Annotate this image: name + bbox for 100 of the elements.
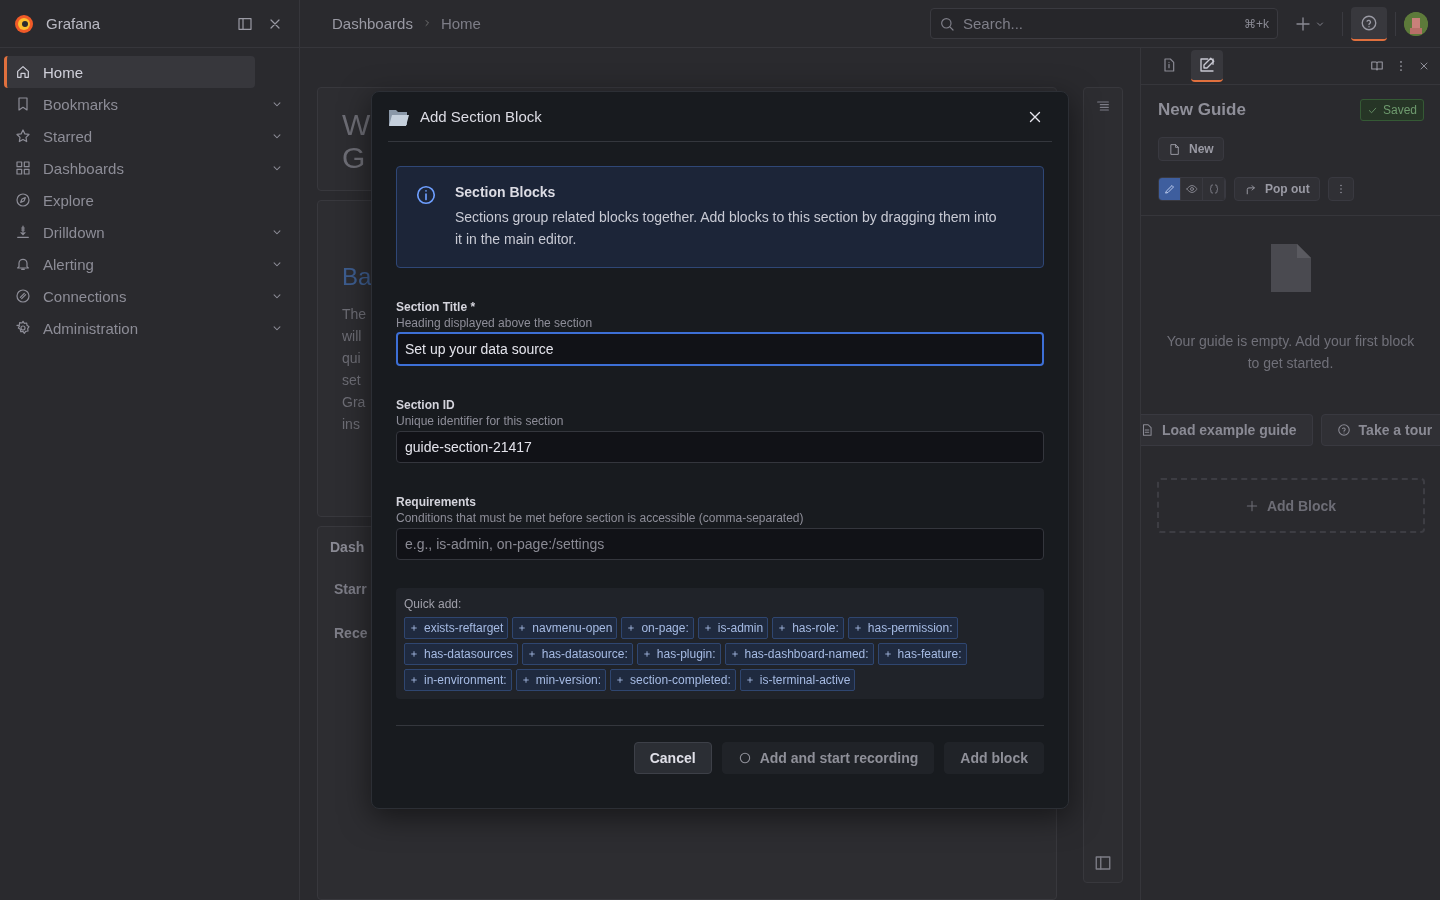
shortcut-hint: ⌘+k <box>1244 16 1269 31</box>
plus-icon <box>521 676 530 684</box>
empty-message: Your guide is empty. Add your first block to get started. <box>1165 332 1416 373</box>
sidebar-item[interactable]: Home <box>4 56 255 88</box>
sidebar-item[interactable]: Bookmarks <box>4 88 256 120</box>
eye-icon <box>1185 183 1198 195</box>
file-info-icon <box>1161 57 1177 73</box>
add-block-button[interactable]: Add block <box>944 742 1044 774</box>
plus-icon <box>410 676 418 684</box>
panel-tab[interactable] <box>1191 50 1223 82</box>
card-text: will <box>342 327 362 346</box>
panel-icon <box>237 15 253 32</box>
action-button[interactable]: Load example guide <box>1141 414 1313 446</box>
card-text: ins <box>342 415 360 434</box>
plus-icon <box>627 624 636 632</box>
close-icon <box>1418 60 1430 72</box>
requirement-chip[interactable]: min-version: <box>515 669 607 691</box>
sidebar-item[interactable]: Administration <box>4 312 256 344</box>
plus-icon <box>518 624 527 632</box>
breadcrumb-current: Home <box>440 15 481 32</box>
requirement-chip[interactable]: navmenu-open <box>512 617 618 639</box>
card-heading: Dash <box>330 538 365 555</box>
list-heading: Starr <box>334 580 367 597</box>
requirement-chip[interactable]: has-datasource: <box>521 643 633 665</box>
requirement-chip[interactable]: has-role: <box>772 617 844 639</box>
grid-icon <box>15 160 31 176</box>
card-text: Gra <box>342 393 366 412</box>
edit-icon <box>1198 56 1216 74</box>
field-hint: Heading displayed above the section <box>396 316 594 330</box>
panel-icon <box>1094 854 1112 872</box>
field-label: Requirements <box>396 495 478 509</box>
field-hint: Unique identifier for this section <box>396 414 565 428</box>
gear-icon <box>15 320 31 336</box>
field-hint: Conditions that must be met before section is accessible (comma-separated) <box>396 511 805 525</box>
help-button[interactable] <box>1351 6 1387 41</box>
sidebar-item[interactable]: Drilldown <box>4 216 256 248</box>
card-text: The <box>342 305 367 324</box>
new-button[interactable]: New <box>1158 137 1224 161</box>
avatar[interactable] <box>1404 11 1428 36</box>
compass-icon <box>15 192 31 208</box>
file-icon <box>1168 142 1181 156</box>
plus-icon <box>853 624 862 632</box>
card-title: G <box>342 141 366 174</box>
requirement-chip[interactable]: section-completed: <box>610 669 736 691</box>
sidebar-item[interactable]: Dashboards <box>4 152 256 184</box>
plus-icon <box>745 676 754 684</box>
breadcrumb-link[interactable]: Dashboards <box>332 15 413 32</box>
input-field[interactable]: Set up your data source <box>396 332 1044 366</box>
requirement-chip[interactable]: exists-reftarget <box>404 617 509 639</box>
list-heading: Rece <box>334 624 368 641</box>
sidebar-item[interactable]: Starred <box>4 120 256 152</box>
drilldown-icon <box>15 224 31 240</box>
requirement-chip[interactable]: has-permission: <box>847 617 958 639</box>
view-mode-toggle[interactable] <box>1159 178 1181 200</box>
sidebar-item[interactable]: Alerting <box>4 248 256 280</box>
arrow-turn-icon <box>1244 182 1257 196</box>
input-field[interactable]: guide-section-21417 <box>396 431 1044 463</box>
action-button[interactable]: Take a tour <box>1320 414 1440 446</box>
requirement-chip[interactable]: in-environment: <box>404 669 512 691</box>
requirement-chip[interactable]: has-plugin: <box>636 643 721 665</box>
input-field[interactable]: e.g., is-admin, on-page:/settings <box>396 528 1044 560</box>
view-mode-toggle[interactable] <box>1181 178 1203 200</box>
plus-icon <box>730 650 739 658</box>
requirement-chip[interactable]: has-feature: <box>877 643 967 665</box>
card-text: set <box>342 371 361 390</box>
help-icon <box>1360 13 1378 32</box>
field-label: Section Title * <box>396 300 477 314</box>
view-mode-toggle[interactable] <box>1203 178 1225 200</box>
record-button[interactable]: Add and start recording <box>721 742 935 774</box>
bookmark-icon <box>15 96 31 112</box>
info-icon <box>415 184 437 206</box>
info-text: Sections group related blocks together. Add blocks to this section by dragging them into it in the main editor. <box>455 208 998 249</box>
search-box[interactable]: Search... ⌘+k <box>930 8 1278 39</box>
requirement-chip[interactable]: has-datasources <box>404 643 518 665</box>
pop-out-button[interactable]: Pop out <box>1234 177 1320 201</box>
plus-icon <box>410 624 418 632</box>
app-name: Grafana <box>46 15 102 32</box>
sidebar-item[interactable]: Connections <box>4 280 256 312</box>
search-field[interactable]: Search... <box>961 14 1238 33</box>
modal-title: Add Section Block <box>420 108 543 125</box>
plus-icon <box>703 624 712 632</box>
plus-icon <box>1294 14 1312 33</box>
bell-icon <box>15 256 31 272</box>
plus-icon <box>527 650 536 658</box>
star-icon <box>15 128 31 144</box>
sidebar-item[interactable]: Explore <box>4 184 255 216</box>
connections-icon <box>15 288 31 304</box>
info-title: Section Blocks <box>455 184 557 200</box>
plus-icon <box>1244 498 1259 513</box>
requirement-chip[interactable]: is-admin <box>697 617 769 639</box>
outline-icon <box>1095 98 1111 114</box>
plus-icon <box>410 650 418 658</box>
cancel-button[interactable]: Cancel <box>633 742 712 774</box>
requirement-chip[interactable]: on-page: <box>621 617 694 639</box>
home-icon <box>15 64 31 80</box>
card-title: W <box>342 108 371 141</box>
requirement-chip[interactable]: has-dashboard-named: <box>724 643 874 665</box>
plus-icon <box>778 624 787 632</box>
requirement-chip[interactable]: is-terminal-active <box>739 669 856 691</box>
guide-title: New Guide <box>1158 100 1246 120</box>
